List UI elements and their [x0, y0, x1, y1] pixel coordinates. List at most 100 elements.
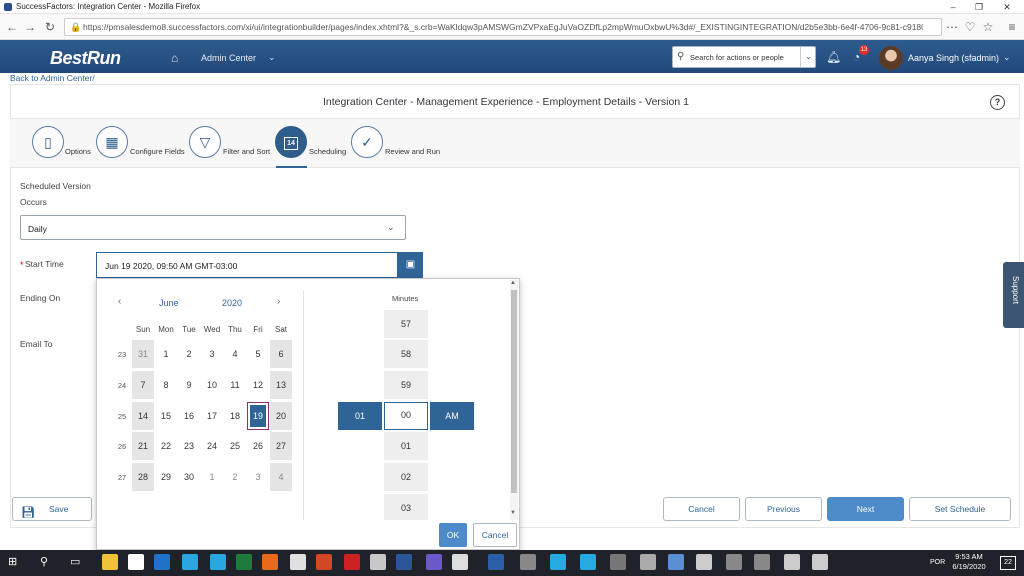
pocket-icon[interactable]: ♡ [962, 19, 978, 35]
taskbar-app-icon[interactable] [370, 554, 386, 570]
occurs-select[interactable]: Daily ⌄ [20, 215, 406, 240]
task-view-icon[interactable]: ▭ [70, 555, 80, 568]
scroll-down-icon[interactable]: ▼ [510, 510, 516, 516]
home-icon[interactable]: ⌂ [171, 51, 178, 65]
calendar-day[interactable]: 13 [270, 371, 292, 399]
calendar-day[interactable]: 7 [132, 371, 154, 399]
calendar-day[interactable]: 29 [155, 463, 177, 491]
calendar-day[interactable]: 2 [178, 340, 200, 368]
previous-button[interactable]: Previous [745, 497, 822, 521]
step-label-filter[interactable]: Filter and Sort [223, 147, 270, 156]
calendar-day[interactable]: 25 [224, 432, 246, 460]
calendar-day[interactable]: 4 [224, 340, 246, 368]
taskbar-app-icon[interactable] [610, 554, 626, 570]
chevron-down-icon[interactable]: ⌄ [268, 52, 276, 63]
start-time-input[interactable]: Jun 19 2020, 09:50 AM GMT-03:00 [96, 252, 398, 278]
reload-icon[interactable]: ↻ [42, 19, 58, 35]
taskbar-app-icon[interactable] [754, 554, 770, 570]
support-tab[interactable]: Support [1003, 262, 1024, 328]
ok-button[interactable]: OK [439, 523, 467, 547]
taskbar-app-icon[interactable] [520, 554, 536, 570]
step-scheduling-calendar-icon[interactable]: 14 [275, 126, 307, 158]
calendar-day[interactable]: 6 [270, 340, 292, 368]
search-dropdown-icon[interactable]: ⌄ [800, 47, 816, 67]
calendar-day[interactable]: 1 [201, 463, 223, 491]
set-schedule-button[interactable]: Set Schedule [909, 497, 1011, 521]
restore-icon[interactable]: ❐ [966, 0, 992, 14]
language-indicator[interactable]: POR [930, 559, 945, 566]
month-button[interactable]: June [159, 298, 179, 308]
bell-icon[interactable]: 🔔︎ [826, 50, 841, 64]
taskbar-app-icon[interactable] [344, 554, 360, 570]
taskbar-app-icon[interactable] [396, 554, 412, 570]
minute-slot[interactable]: 01 [384, 432, 428, 460]
scroll-up-icon[interactable]: ▲ [510, 280, 516, 286]
minimize-icon[interactable]: – [940, 0, 966, 14]
bookmark-icon[interactable]: ☆ [980, 19, 996, 35]
minute-slot[interactable]: 59 [384, 371, 428, 399]
calendar-day[interactable]: 20 [270, 402, 292, 430]
calendar-day[interactable]: 2 [224, 463, 246, 491]
taskbar-app-icon[interactable] [812, 554, 828, 570]
step-label-scheduling[interactable]: Scheduling [309, 147, 346, 156]
calendar-day[interactable]: 26 [247, 432, 269, 460]
calendar-day[interactable]: 16 [178, 402, 200, 430]
step-configure-grid-icon[interactable]: ▦ [96, 126, 128, 158]
calendar-day[interactable]: 3 [247, 463, 269, 491]
taskbar-app-icon[interactable] [550, 554, 566, 570]
step-label-review[interactable]: Review and Run [385, 147, 440, 156]
taskbar-app-icon[interactable] [316, 554, 332, 570]
calendar-day[interactable]: 5 [247, 340, 269, 368]
calendar-day[interactable]: 28 [132, 463, 154, 491]
more-icon[interactable]: ⋯ [944, 19, 960, 35]
back-link[interactable]: Back to Admin Center/ [10, 73, 95, 83]
minute-slot[interactable]: 57 [384, 310, 428, 338]
taskbar-app-icon[interactable] [426, 554, 442, 570]
calendar-day[interactable]: 1 [155, 340, 177, 368]
taskbar-app-icon[interactable] [696, 554, 712, 570]
calendar-day[interactable]: 17 [201, 402, 223, 430]
back-icon[interactable]: ← [4, 19, 20, 35]
save-button[interactable]: 💾︎ Save [12, 497, 92, 521]
minute-slot-selected[interactable]: 00 [384, 402, 428, 430]
taskbar-app-icon[interactable] [210, 554, 226, 570]
taskbar-app-icon[interactable] [236, 554, 252, 570]
taskbar-app-icon[interactable] [580, 554, 596, 570]
calendar-day-selected[interactable]: 19 [247, 402, 269, 430]
step-label-options[interactable]: Options [65, 147, 91, 156]
taskbar-app-icon[interactable] [102, 554, 118, 570]
admin-center-menu[interactable]: Admin Center [201, 53, 256, 63]
calendar-day[interactable]: 8 [155, 371, 177, 399]
taskbar-app-icon[interactable] [640, 554, 656, 570]
minute-slot[interactable]: 58 [384, 340, 428, 368]
year-button[interactable]: 2020 [222, 298, 242, 308]
cancel-button[interactable]: Cancel [663, 497, 740, 521]
search-icon[interactable]: ⚲ [40, 555, 48, 568]
calendar-day[interactable]: 4 [270, 463, 292, 491]
minute-slot[interactable]: 02 [384, 463, 428, 491]
taskbar-app-icon[interactable] [784, 554, 800, 570]
avatar[interactable] [879, 46, 903, 70]
taskbar-app-icon[interactable] [182, 554, 198, 570]
taskbar-app-icon[interactable] [488, 554, 504, 570]
forward-icon[interactable]: → [22, 19, 38, 35]
taskbar-app-icon[interactable] [262, 554, 278, 570]
calendar-day[interactable]: 3 [201, 340, 223, 368]
menu-icon[interactable]: ≡ [1004, 19, 1020, 35]
taskbar-app-icon[interactable] [128, 554, 144, 570]
hour-slot[interactable]: 01 [338, 402, 382, 430]
system-clock[interactable]: 9:53 AM 6/19/2020 [946, 552, 992, 572]
calendar-day[interactable]: 18 [224, 402, 246, 430]
calendar-day[interactable]: 15 [155, 402, 177, 430]
calendar-day[interactable]: 24 [201, 432, 223, 460]
help-icon[interactable]: ? [990, 95, 1005, 110]
taskbar-app-icon[interactable] [452, 554, 468, 570]
step-options-document-icon[interactable]: ▯ [32, 126, 64, 158]
taskbar-app-icon[interactable] [154, 554, 170, 570]
notification-center-icon[interactable]: 22 [1000, 556, 1016, 570]
calendar-day[interactable]: 22 [155, 432, 177, 460]
prev-month-icon[interactable]: ‹ [118, 296, 121, 307]
taskbar-app-icon[interactable] [668, 554, 684, 570]
url-input[interactable]: 🔒 https://pmsalesdemo8.successfactors.co… [64, 18, 942, 36]
popover-cancel-button[interactable]: Cancel [473, 523, 517, 547]
